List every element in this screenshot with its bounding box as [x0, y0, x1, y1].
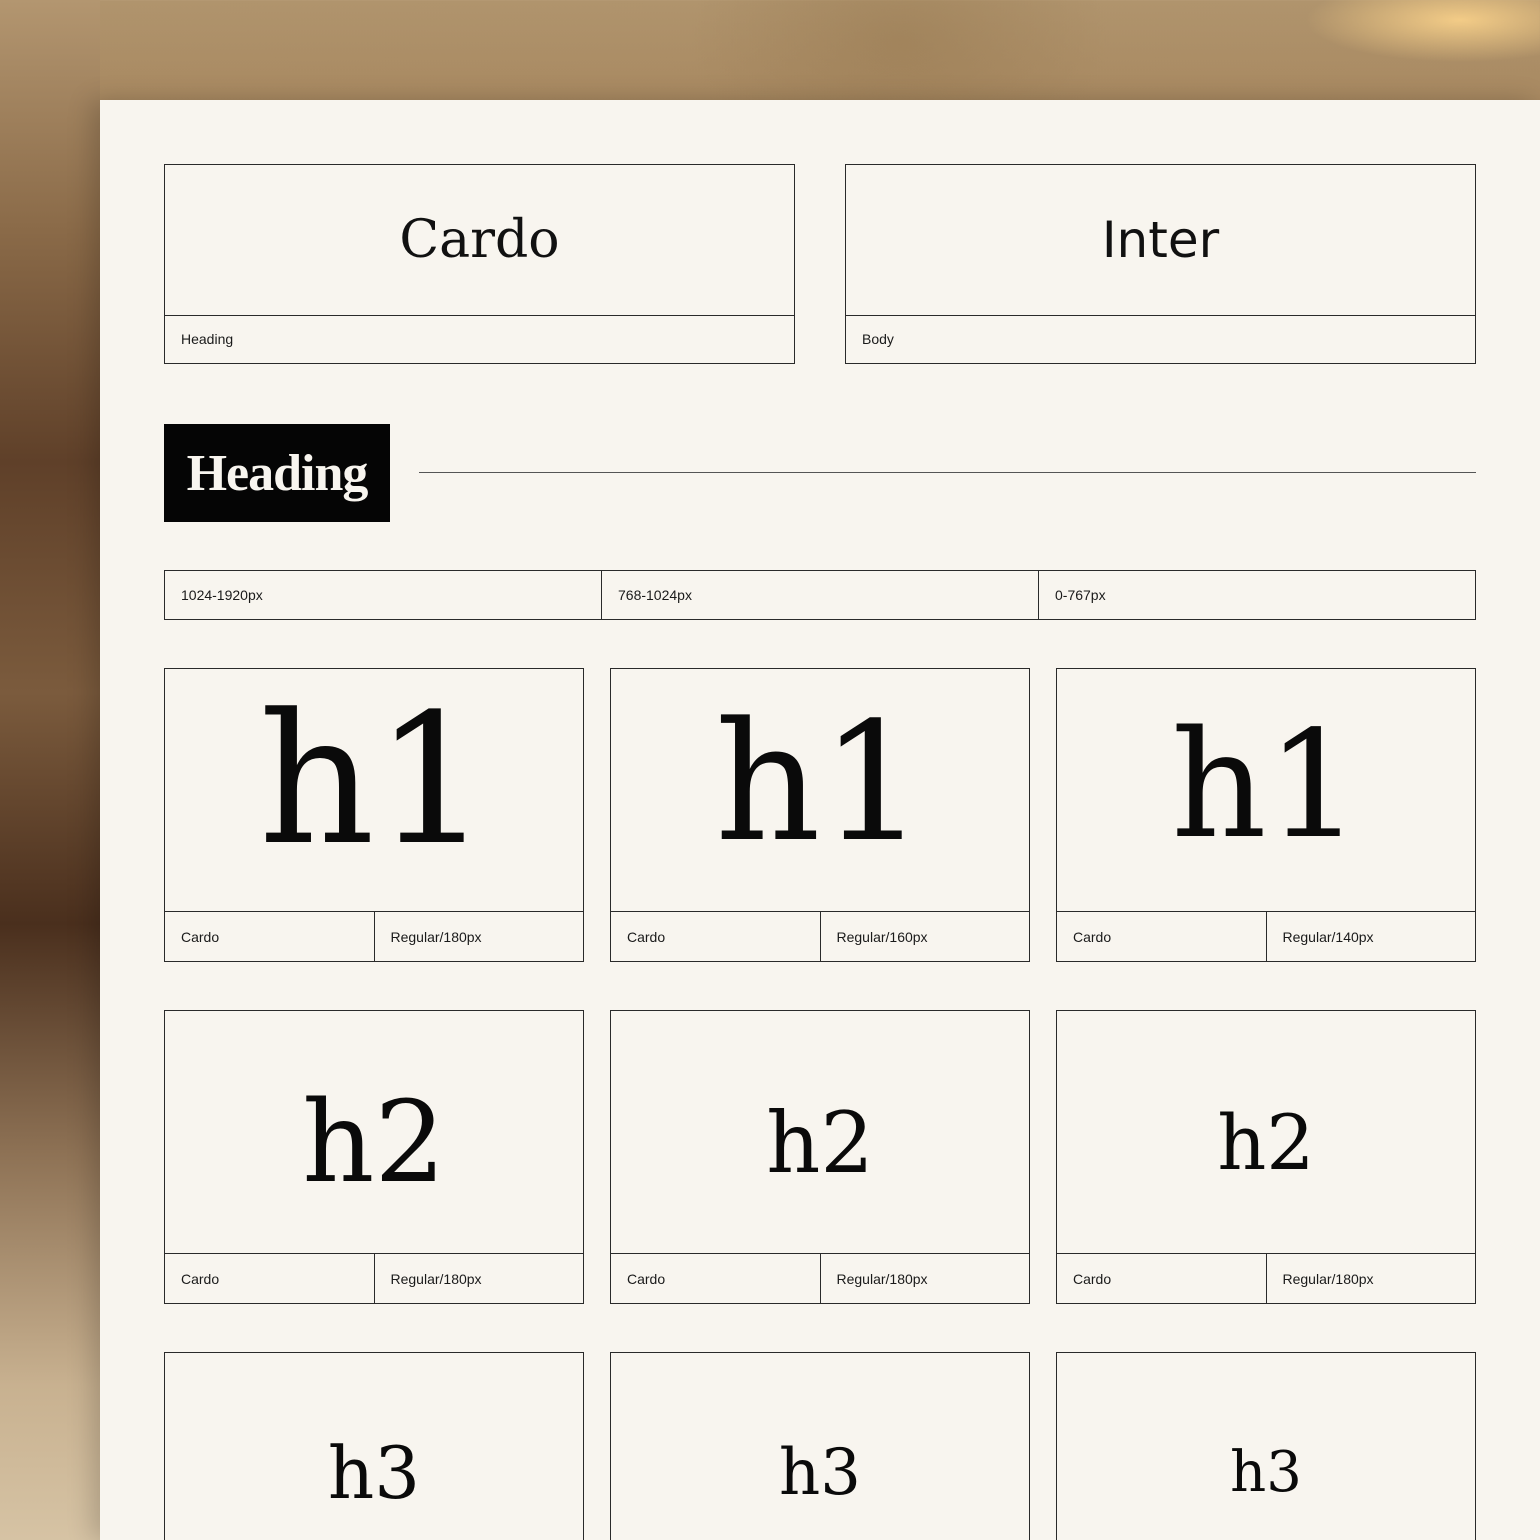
- breakpoint-tablet: 768-1024px: [602, 571, 1039, 619]
- body-font-card: Inter Body: [845, 164, 1476, 364]
- body-font-name: Inter: [846, 165, 1475, 316]
- h2-desktop-spec: Regular/180px: [390, 1270, 482, 1287]
- heading-font-role: Heading: [181, 331, 234, 347]
- h3-mobile-card: h3: [1056, 1352, 1476, 1540]
- h1-desktop-font: Cardo: [165, 912, 375, 961]
- h2-mobile-sample: h2: [1217, 1098, 1315, 1187]
- heading-font-card: Cardo Heading: [164, 164, 795, 364]
- h3-mobile-sample: h3: [1230, 1440, 1302, 1505]
- h1-mobile-sample: h1: [1171, 699, 1361, 871]
- background-blur-left: [0, 0, 100, 1540]
- h1-tablet-card: h1 Cardo Regular/160px: [610, 668, 1030, 962]
- h2-tablet-font: Cardo: [611, 1254, 821, 1303]
- h1-desktop-spec: Regular/180px: [390, 928, 482, 945]
- h3-tablet-card: h3: [610, 1352, 1030, 1540]
- h3-tablet-sample: h3: [779, 1436, 861, 1510]
- h2-mobile-spec: Regular/180px: [1282, 1270, 1374, 1287]
- style-guide-sheet: Cardo Heading Inter Body Heading 1024-19…: [100, 100, 1540, 1540]
- h1-tablet-spec: Regular/160px: [836, 928, 928, 945]
- h3-desktop-card: h3: [164, 1352, 584, 1540]
- h2-tablet-card: h2 Cardo Regular/180px: [610, 1010, 1030, 1304]
- h2-desktop-card: h2 Cardo Regular/180px: [164, 1010, 584, 1304]
- h2-mobile-card: h2 Cardo Regular/180px: [1056, 1010, 1476, 1304]
- h1-tablet-sample: h1: [715, 687, 925, 878]
- h2-desktop-sample: h2: [302, 1078, 446, 1208]
- section-title: Heading: [164, 424, 390, 522]
- h2-tablet-spec: Regular/180px: [836, 1270, 928, 1287]
- breakpoint-mobile: 0-767px: [1055, 587, 1106, 603]
- h2-mobile-font: Cardo: [1057, 1254, 1267, 1303]
- breakpoint-bar: 1024-1920px 768-1024px 0-767px: [164, 570, 1476, 620]
- h1-mobile-font: Cardo: [1057, 912, 1267, 961]
- h3-desktop-sample: h3: [327, 1431, 421, 1515]
- h1-mobile-spec: Regular/140px: [1282, 928, 1374, 945]
- h2-tablet-sample: h2: [766, 1094, 874, 1192]
- heading-font-name: Cardo: [165, 165, 794, 316]
- body-font-role: Body: [862, 331, 894, 347]
- h2-desktop-font: Cardo: [165, 1254, 375, 1303]
- h1-mobile-card: h1 Cardo Regular/140px: [1056, 668, 1476, 962]
- section-divider: [419, 472, 1476, 473]
- h1-desktop-card: h1 Cardo Regular/180px: [164, 668, 584, 962]
- breakpoint-desktop: 1024-1920px: [165, 571, 602, 619]
- h1-tablet-font: Cardo: [611, 912, 821, 961]
- h1-desktop-sample: h1: [258, 676, 490, 885]
